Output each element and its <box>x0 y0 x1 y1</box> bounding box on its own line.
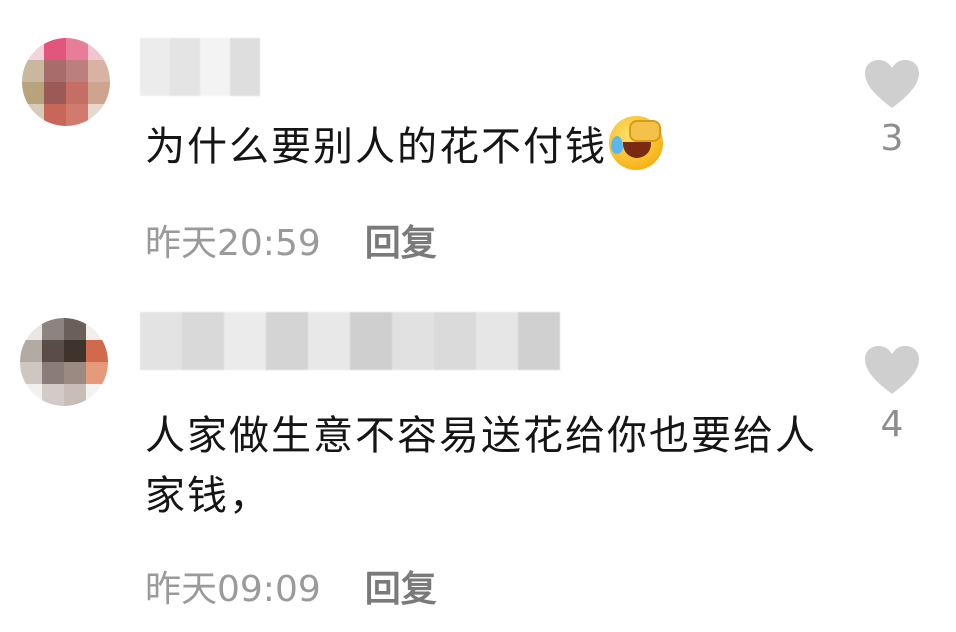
reply-button[interactable]: 回复 <box>365 214 437 266</box>
heart-icon[interactable] <box>863 344 921 396</box>
avatar[interactable] <box>20 318 108 406</box>
like-button[interactable]: 3 <box>862 58 922 159</box>
like-count: 3 <box>880 118 904 159</box>
comment-meta: 昨天09:09 回复 <box>145 560 437 612</box>
username-blurred[interactable] <box>140 312 560 370</box>
comment-text-body: 为什么要别人的花不付钱 <box>145 124 607 170</box>
username-blurred[interactable] <box>140 38 260 96</box>
comment-item: 人家做生意不容易送花给你也要给人家钱， 昨天09:09 回复 4 <box>0 300 956 632</box>
reply-button[interactable]: 回复 <box>365 560 437 612</box>
comment-meta: 昨天20:59 回复 <box>145 214 437 266</box>
like-count: 4 <box>880 404 904 445</box>
comment-time: 昨天20:59 <box>145 223 321 264</box>
heart-icon[interactable] <box>863 58 921 110</box>
comment-item: 为什么要别人的花不付钱 昨天20:59 回复 3 <box>0 0 956 300</box>
comment-text: 人家做生意不容易送花给你也要给人家钱， <box>145 413 817 519</box>
comment-time: 昨天09:09 <box>145 569 321 610</box>
comment-text: 为什么要别人的花不付钱 <box>145 116 825 177</box>
like-button[interactable]: 4 <box>862 344 922 445</box>
avatar[interactable] <box>22 38 110 126</box>
face-with-hand-over-mouth-tears-emoji <box>609 116 663 170</box>
